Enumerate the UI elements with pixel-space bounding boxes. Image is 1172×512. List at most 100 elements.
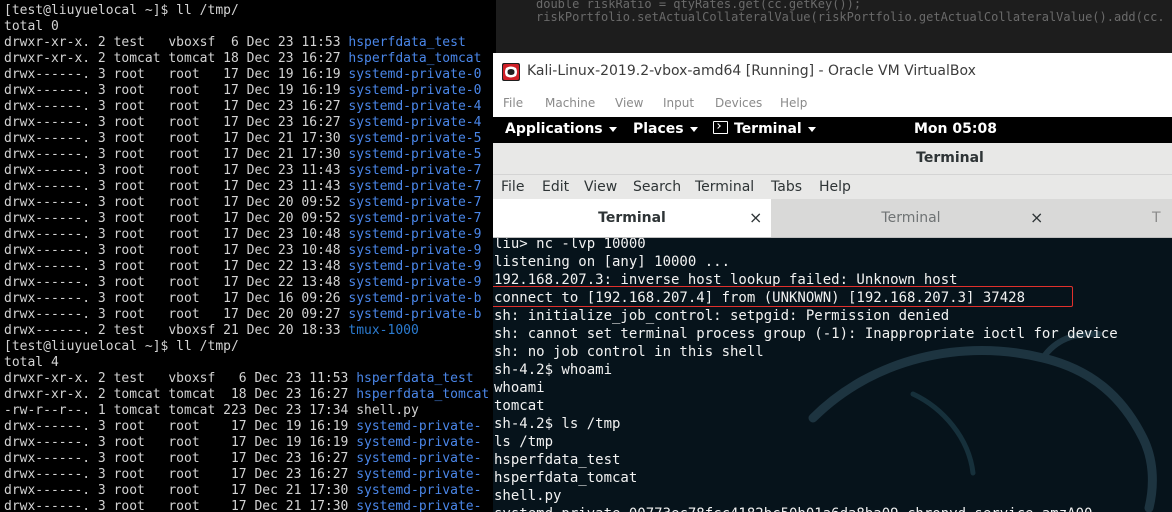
close-icon[interactable]: × <box>1030 208 1043 227</box>
ide-background: double riskRatio = qtyRates.get(cc.getKe… <box>496 0 1172 53</box>
line-text: drwx------. 3 root root 17 Dec 21 17:30 <box>4 483 357 498</box>
host-terminal-line: drwx------. 3 root root 17 Dec 21 17:30 … <box>4 483 481 499</box>
virtualbox-window[interactable]: Kali-Linux-2019.2-vbox-amd64 [Running] -… <box>493 53 1172 512</box>
vbox-menu-devices[interactable]: Devices <box>715 96 762 110</box>
line-text: drwx------. 3 root root 17 Dec 23 10:48 <box>4 227 349 242</box>
menu-view[interactable]: View <box>584 179 617 195</box>
line-text: drwx------. 3 root root 17 Dec 23 11:43 <box>4 179 349 194</box>
line-text: drwx------. 3 root root 17 Dec 21 17:30 <box>4 499 357 512</box>
guest-terminal-line: sh: cannot set terminal process group (-… <box>494 326 1118 342</box>
chevron-down-icon <box>807 126 816 132</box>
directory-name: systemd-private- <box>356 483 482 498</box>
vbox-menu-help[interactable]: Help <box>780 96 807 110</box>
menu-terminal[interactable]: Terminal <box>695 179 754 195</box>
line-text: total 0 <box>4 19 59 34</box>
guest-terminal-line: listening on [any] 10000 ... <box>494 254 731 270</box>
host-terminal-line: drwx------. 3 root root 17 Dec 23 16:27 … <box>4 99 481 115</box>
menu-edit[interactable]: Edit <box>542 179 569 195</box>
line-text: drwx------. 3 root root 17 Dec 23 11:43 <box>4 163 349 178</box>
guest-terminal-line: liu> nc -lvp 10000 <box>494 238 646 252</box>
chevron-down-icon <box>608 126 617 132</box>
line-text: drwx------. 3 root root 17 Dec 21 17:30 <box>4 131 349 146</box>
host-terminal-line: total 4 <box>4 355 59 371</box>
directory-name: systemd-private-7 <box>348 211 482 226</box>
terminal-app-menu[interactable]: Terminal <box>713 121 816 137</box>
host-terminal-line: drwx------. 3 root root 17 Dec 23 16:27 … <box>4 467 481 483</box>
vbox-menu-machine[interactable]: Machine <box>545 96 595 110</box>
menu-help[interactable]: Help <box>819 179 851 195</box>
guest-terminal-line: sh: initialize_job_control: setpgid: Per… <box>494 308 950 324</box>
places-menu[interactable]: Places <box>633 121 698 137</box>
directory-name: systemd-private- <box>356 467 482 482</box>
directory-name: systemd-private-b <box>348 307 482 322</box>
host-terminal-line: drwx------. 3 root root 17 Dec 19 16:19 … <box>4 419 481 435</box>
line-text: drwx------. 3 root root 17 Dec 23 16:27 <box>4 467 357 482</box>
line-text: drwx------. 3 root root 17 Dec 19 16:19 <box>4 435 357 450</box>
line-text: -rw-r--r--. 1 tomcat tomcat 223 Dec 23 1… <box>4 403 419 418</box>
directory-name: systemd-private-9 <box>348 275 482 290</box>
host-terminal-line: drwx------. 3 root root 17 Dec 23 11:43 … <box>4 179 481 195</box>
directory-name: systemd-private-9 <box>348 227 482 242</box>
vbox-menu-view[interactable]: View <box>615 96 643 110</box>
host-terminal[interactable]: [test@liuyuelocal ~]$ ll /tmp/total 0 drw… <box>0 0 496 512</box>
host-terminal-line: drwx------. 2 test vboxsf 21 Dec 20 18:3… <box>4 323 419 339</box>
line-text: drwxr-xr-x. 2 test vboxsf 6 Dec 23 11:53 <box>4 35 349 50</box>
host-terminal-line: drwx------. 3 root root 17 Dec 23 10:48 … <box>4 243 481 259</box>
directory-name: hsperfdata_tomcat <box>348 51 482 66</box>
terminal-headerbar[interactable]: Terminal <box>493 143 1172 175</box>
guest-terminal-line: ls /tmp <box>494 434 554 450</box>
host-terminal-line: drwx------. 3 root root 17 Dec 19 16:19 … <box>4 83 481 99</box>
line-text: drwx------. 3 root root 17 Dec 23 16:27 <box>4 99 349 114</box>
directory-name: systemd-private- <box>356 435 482 450</box>
line-text: drwx------. 3 root root 17 Dec 16 09:26 <box>4 291 349 306</box>
host-terminal-line: drwx------. 3 root root 17 Dec 20 09:52 … <box>4 195 481 211</box>
guest-terminal-line: hsperfdata_tomcat <box>494 470 638 486</box>
guest-terminal-line: systemd-private-00773ec78fcc4182bc50b01a… <box>494 505 1092 512</box>
host-terminal-line: drwx------. 3 root root 17 Dec 22 13:48 … <box>4 275 481 291</box>
directory-name: tmux-1000 <box>348 323 419 338</box>
directory-name: systemd-private-9 <box>348 259 482 274</box>
menu-file[interactable]: File <box>501 179 524 195</box>
guest-terminal-line: sh: no job control in this shell <box>494 344 764 360</box>
line-text: drwxr-xr-x. 2 test vboxsf 6 Dec 23 11:53 <box>4 371 357 386</box>
line-text: drwx------. 3 root root 17 Dec 19 16:19 <box>4 419 357 434</box>
applications-label: Applications <box>505 121 603 137</box>
directory-name: systemd-private-7 <box>348 163 482 178</box>
line-text: drwx------. 3 root root 17 Dec 20 09:27 <box>4 307 349 322</box>
highlight-box <box>493 286 1073 307</box>
tab-label: T <box>1152 210 1161 226</box>
line-text: drwx------. 3 root root 17 Dec 22 13:48 <box>4 275 349 290</box>
directory-name: systemd-private-4 <box>348 99 482 114</box>
line-text: drwx------. 3 root root 17 Dec 22 13:48 <box>4 259 349 274</box>
tab-terminal-2[interactable]: Terminal × <box>772 199 1050 237</box>
vbox-menubar: File Machine View Input Devices Help <box>493 91 1172 118</box>
host-terminal-line: drwx------. 3 root root 17 Dec 19 16:19 … <box>4 67 481 83</box>
host-terminal-line: -rw-r--r--. 1 tomcat tomcat 223 Dec 23 1… <box>4 403 419 419</box>
host-terminal-line: drwx------. 3 root root 17 Dec 20 09:52 … <box>4 211 481 227</box>
vbox-titlebar[interactable]: Kali-Linux-2019.2-vbox-amd64 [Running] -… <box>493 53 1172 91</box>
menu-tabs[interactable]: Tabs <box>771 179 802 195</box>
guest-terminal-line: shell.py <box>494 488 562 504</box>
vbox-title: Kali-Linux-2019.2-vbox-amd64 [Running] -… <box>527 63 976 79</box>
tab-label: Terminal <box>598 210 666 226</box>
host-terminal-line: drwx------. 3 root root 17 Dec 23 10:48 … <box>4 227 481 243</box>
vbox-menu-input[interactable]: Input <box>663 96 694 110</box>
places-label: Places <box>633 121 684 137</box>
vbox-menu-file[interactable]: File <box>503 96 523 110</box>
directory-name: systemd-private-4 <box>348 115 482 130</box>
close-icon[interactable]: × <box>749 208 762 227</box>
applications-menu[interactable]: Applications <box>505 121 617 137</box>
directory-name: systemd-private-0 <box>348 67 482 82</box>
tab-terminal-3[interactable]: T <box>1152 199 1172 237</box>
line-text: drwx------. 3 root root 17 Dec 19 16:19 <box>4 67 349 82</box>
line-text: drwx------. 3 root root 17 Dec 23 16:27 <box>4 115 349 130</box>
line-text: drwx------. 3 root root 17 Dec 19 16:19 <box>4 83 349 98</box>
guest-terminal-line: sh-4.2$ whoami <box>494 362 613 378</box>
host-terminal-line: drwx------. 3 root root 17 Dec 22 13:48 … <box>4 259 481 275</box>
tab-terminal-1[interactable]: Terminal × <box>493 199 771 237</box>
host-terminal-line: drwx------. 3 root root 17 Dec 21 17:30 … <box>4 147 481 163</box>
line-text: drwx------. 2 test vboxsf 21 Dec 20 18:3… <box>4 323 349 338</box>
clock[interactable]: Mon 05:08 <box>914 121 997 137</box>
guest-terminal-output[interactable]: liu> nc -lvp 10000 listening on [any] 100… <box>493 238 1172 512</box>
menu-search[interactable]: Search <box>633 179 681 195</box>
